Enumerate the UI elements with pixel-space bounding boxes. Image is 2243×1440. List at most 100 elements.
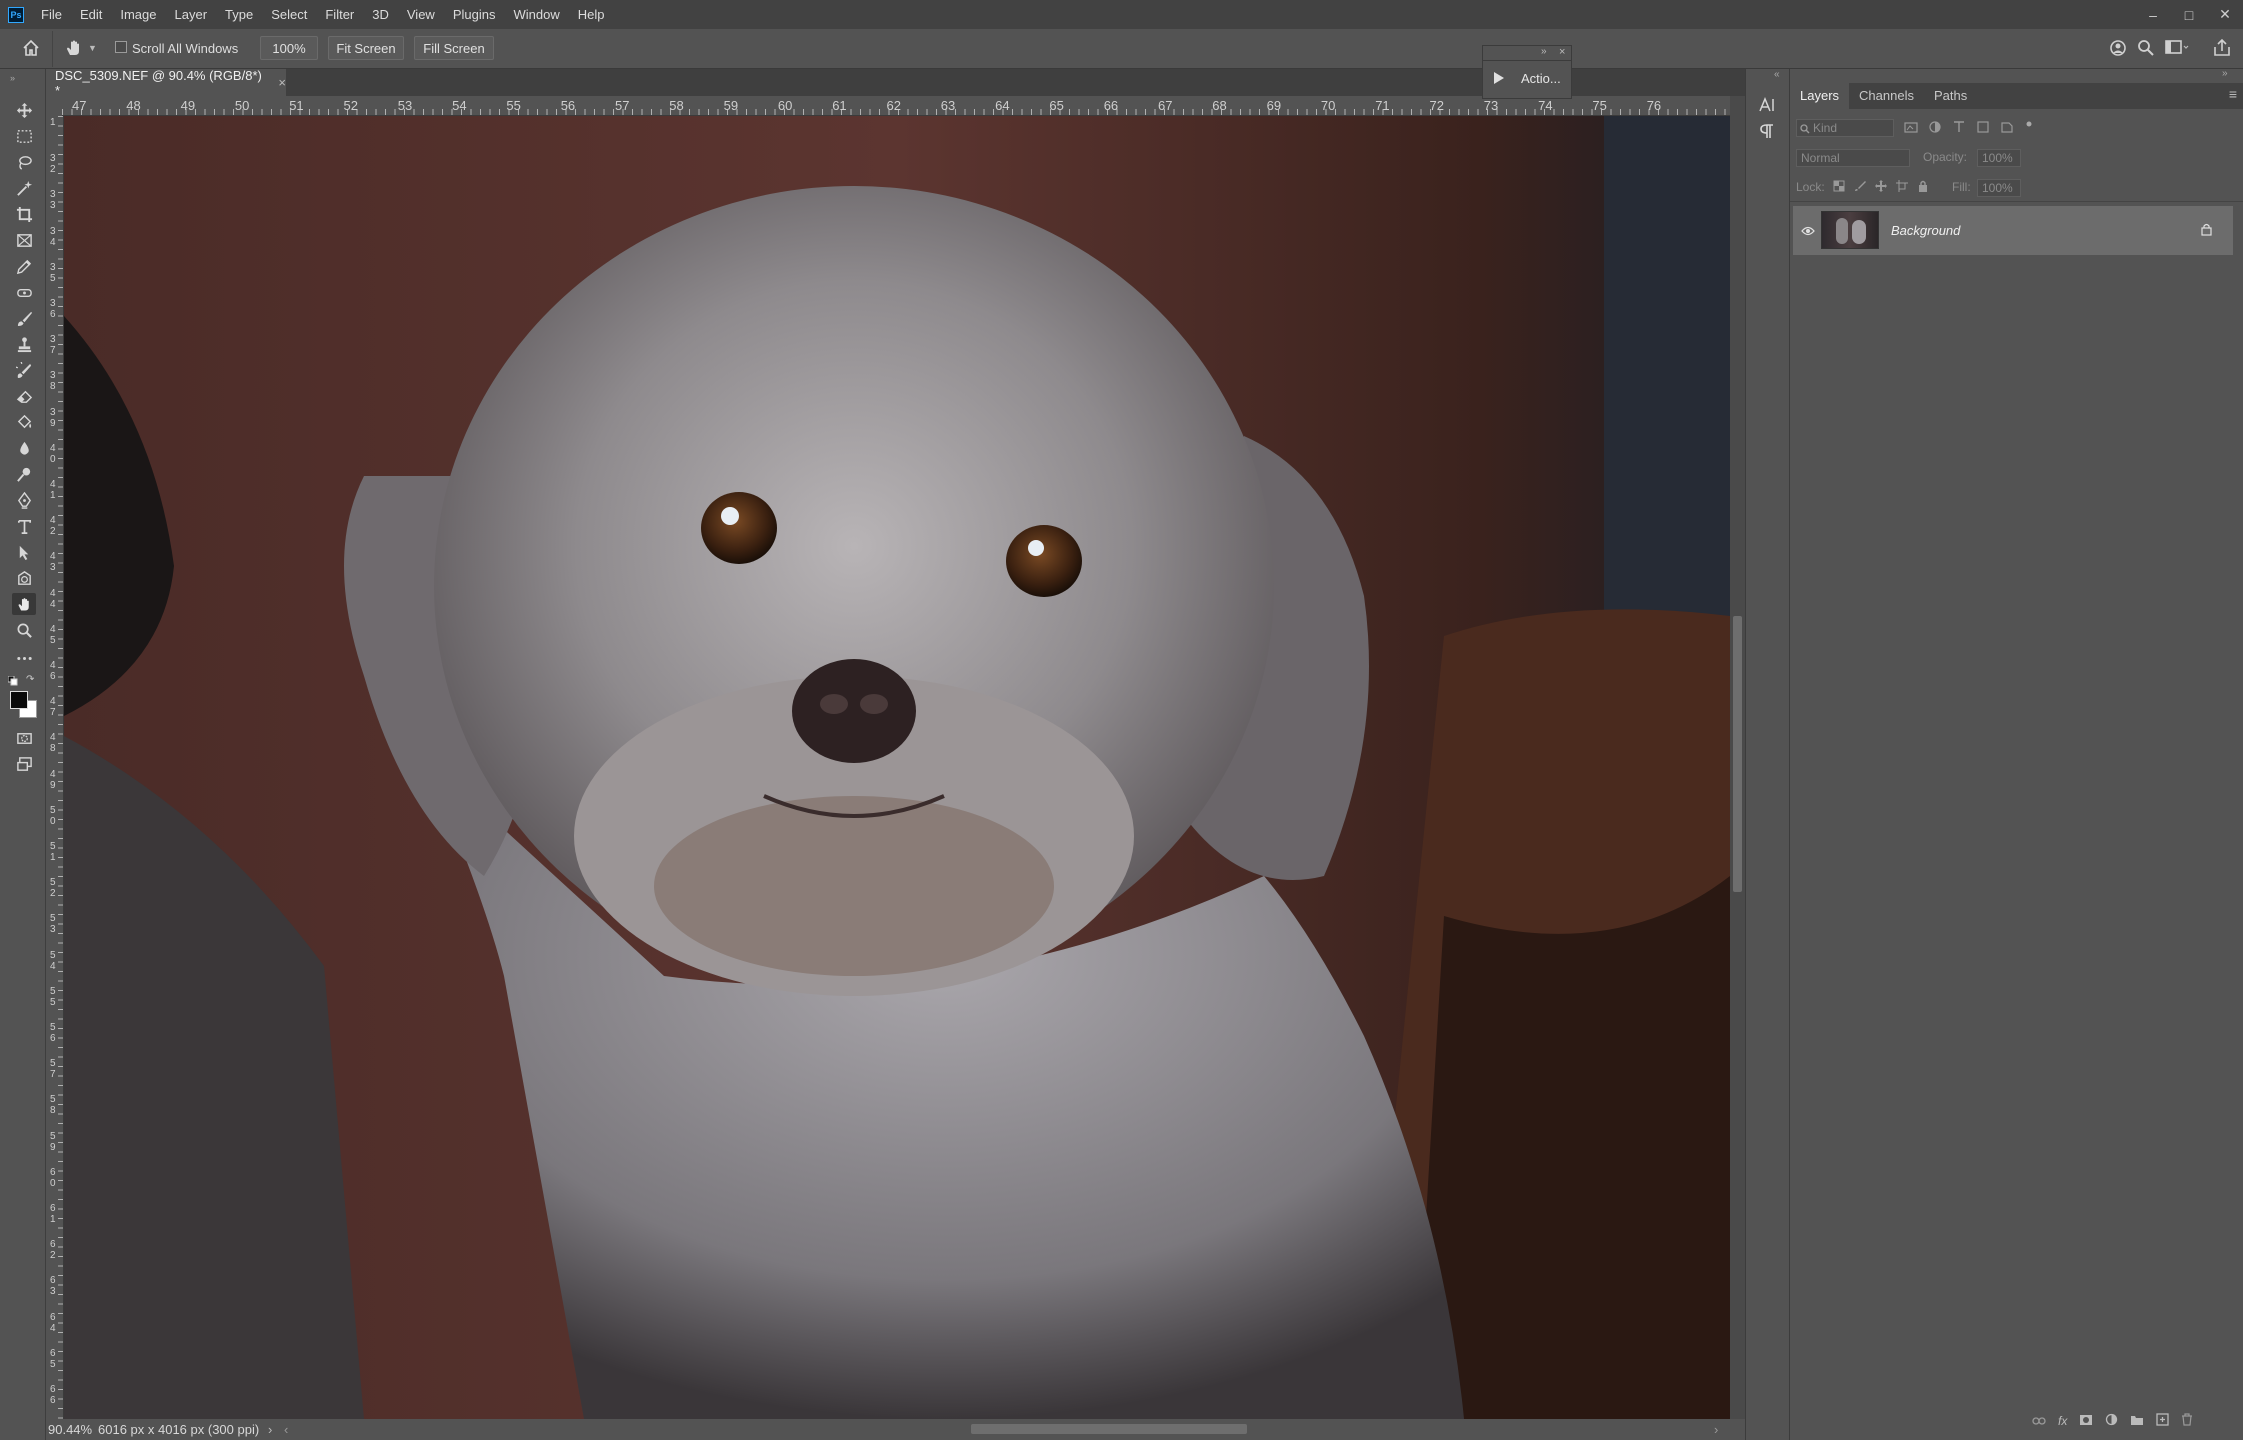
workspace-icon[interactable]	[2165, 39, 2189, 60]
eraser-tool-icon[interactable]	[12, 385, 36, 407]
dodge-tool-icon[interactable]	[12, 463, 36, 485]
menu-3d[interactable]: 3D	[363, 0, 398, 29]
lasso-tool-icon[interactable]	[12, 151, 36, 173]
crop-tool-icon[interactable]	[12, 203, 36, 225]
search-icon[interactable]	[2136, 38, 2156, 61]
type-tool-icon[interactable]	[12, 515, 36, 537]
actions-panel-label[interactable]: Actio...	[1521, 71, 1561, 86]
character-panel-icon[interactable]	[1758, 96, 1776, 117]
filter-pixel-icon[interactable]	[1904, 120, 1918, 137]
layer-name[interactable]: Background	[1891, 223, 1960, 238]
filter-smart-object-icon[interactable]	[2000, 120, 2014, 137]
layer-lock-icon[interactable]	[2201, 223, 2212, 239]
move-tool-icon[interactable]	[12, 99, 36, 121]
document-canvas[interactable]	[64, 116, 1730, 1419]
shape-tool-icon[interactable]	[12, 567, 36, 589]
fit-screen-button[interactable]: Fit Screen	[328, 36, 404, 60]
delete-layer-icon[interactable]	[2181, 1413, 2193, 1429]
document-tab[interactable]: DSC_5309.NEF @ 90.4% (RGB/8*) * ×	[46, 68, 286, 98]
menu-filter[interactable]: Filter	[316, 0, 363, 29]
panel-expand-icon[interactable]: »	[1541, 46, 1547, 57]
fill-screen-button[interactable]: Fill Screen	[414, 36, 494, 60]
vertical-scroll-thumb[interactable]	[1733, 616, 1742, 892]
paint-bucket-tool-icon[interactable]	[12, 411, 36, 433]
adjustment-layer-icon[interactable]	[2105, 1413, 2118, 1429]
new-layer-icon[interactable]	[2156, 1413, 2169, 1429]
fill-input[interactable]: 100%	[1977, 179, 2021, 197]
add-mask-icon[interactable]	[2079, 1414, 2093, 1429]
blur-tool-icon[interactable]	[12, 437, 36, 459]
lock-artboard-icon[interactable]	[1896, 180, 1908, 195]
share-export-icon[interactable]	[2212, 38, 2232, 61]
scroll-all-windows-checkbox[interactable]	[115, 41, 127, 53]
marquee-tool-icon[interactable]	[12, 125, 36, 147]
tab-layers[interactable]: Layers	[1790, 83, 1850, 109]
filter-shape-icon[interactable]	[1976, 120, 1990, 137]
tab-paths[interactable]: Paths	[1924, 83, 1977, 109]
menu-edit[interactable]: Edit	[71, 0, 111, 29]
lock-transparent-icon[interactable]	[1833, 180, 1845, 195]
magic-wand-tool-icon[interactable]	[12, 177, 36, 199]
zoom-level[interactable]: 90.44%	[48, 1422, 92, 1437]
history-brush-tool-icon[interactable]	[12, 359, 36, 381]
menu-view[interactable]: View	[398, 0, 444, 29]
eyedropper-tool-icon[interactable]	[12, 255, 36, 277]
filter-adjustment-icon[interactable]	[1928, 120, 1942, 137]
tab-channels[interactable]: Channels	[1849, 83, 1924, 109]
strip-collapse-icon[interactable]: «	[1774, 69, 1780, 80]
close-window-button[interactable]: ✕	[2207, 0, 2243, 29]
hand-tool-preset-icon[interactable]	[64, 38, 84, 61]
layer-thumbnail[interactable]	[1821, 211, 1879, 249]
menu-window[interactable]: Window	[504, 0, 568, 29]
quick-mask-icon[interactable]	[12, 727, 36, 749]
toolbar-collapse-icon[interactable]: »	[10, 73, 15, 83]
link-layers-icon[interactable]	[2032, 1414, 2046, 1429]
foreground-color-swatch[interactable]	[10, 691, 28, 709]
panel-dock-collapse-icon[interactable]: »	[2222, 68, 2228, 79]
menu-file[interactable]: File	[32, 0, 71, 29]
horizontal-scroll-thumb[interactable]	[971, 1424, 1247, 1434]
layer-row-background[interactable]: Background	[1793, 206, 2233, 255]
default-colors-icon[interactable]	[7, 674, 18, 689]
menu-plugins[interactable]: Plugins	[444, 0, 505, 29]
share-profile-icon[interactable]	[2108, 38, 2128, 61]
blend-mode-select[interactable]: Normal	[1796, 149, 1910, 167]
lock-all-icon[interactable]	[1917, 180, 1929, 195]
menu-select[interactable]: Select	[262, 0, 316, 29]
swap-colors-icon[interactable]: ↷	[26, 674, 34, 685]
opacity-input[interactable]: 100%	[1977, 149, 2021, 167]
maximize-button[interactable]: □	[2171, 0, 2207, 29]
filter-type-icon[interactable]	[1952, 120, 1966, 137]
close-document-icon[interactable]: ×	[278, 75, 286, 90]
menu-help[interactable]: Help	[569, 0, 614, 29]
layer-visibility-eye-icon[interactable]	[1801, 224, 1815, 239]
zoom-100-button[interactable]: 100%	[260, 36, 318, 60]
minimize-button[interactable]: –	[2135, 0, 2171, 29]
brush-tool-icon[interactable]	[12, 307, 36, 329]
paragraph-panel-icon[interactable]	[1758, 122, 1776, 143]
screen-mode-icon[interactable]	[12, 753, 36, 775]
clone-stamp-tool-icon[interactable]	[12, 333, 36, 355]
menu-layer[interactable]: Layer	[166, 0, 217, 29]
layer-filter-kind-select[interactable]: Kind	[1796, 119, 1894, 137]
pen-tool-icon[interactable]	[12, 489, 36, 511]
scroll-right-icon[interactable]: ›	[1714, 1422, 1718, 1437]
scroll-left-icon[interactable]: ‹	[284, 1422, 288, 1437]
path-selection-tool-icon[interactable]	[12, 541, 36, 563]
frame-tool-icon[interactable]	[12, 229, 36, 251]
lock-pixels-icon[interactable]	[1854, 180, 1866, 195]
spot-healing-tool-icon[interactable]	[12, 281, 36, 303]
zoom-tool-icon[interactable]	[12, 619, 36, 641]
home-icon[interactable]	[22, 39, 40, 60]
panel-menu-icon[interactable]: ≡	[2229, 86, 2237, 102]
more-tools-icon[interactable]	[12, 647, 36, 669]
menu-type[interactable]: Type	[216, 0, 262, 29]
play-action-icon[interactable]	[1493, 71, 1505, 88]
panel-close-icon[interactable]: ×	[1559, 46, 1565, 58]
filter-toggle-icon[interactable]	[2024, 120, 2034, 137]
status-menu-chevron-icon[interactable]: ›	[268, 1422, 272, 1437]
preset-chevron-down-icon[interactable]: ▼	[88, 43, 97, 53]
layer-style-fx-icon[interactable]: fx	[2058, 1414, 2067, 1428]
lock-position-icon[interactable]	[1875, 180, 1887, 195]
new-group-icon[interactable]	[2130, 1414, 2144, 1429]
